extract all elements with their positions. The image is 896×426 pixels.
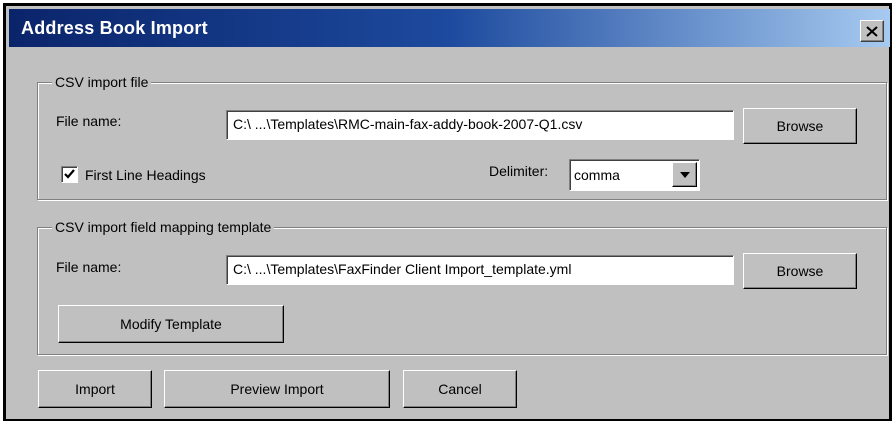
- close-button[interactable]: [860, 20, 884, 42]
- check-icon: [64, 169, 75, 179]
- delimiter-value: comma: [574, 167, 620, 183]
- import-button[interactable]: Import: [38, 370, 152, 408]
- close-icon: [866, 25, 878, 37]
- preview-import-button[interactable]: Preview Import: [164, 370, 390, 408]
- cancel-button[interactable]: Cancel: [403, 370, 517, 408]
- modify-template-button[interactable]: Modify Template: [58, 305, 284, 343]
- dialog-body: Address Book Import CSV import file File…: [6, 6, 890, 419]
- first-line-headings-label: First Line Headings: [85, 167, 206, 183]
- dialog-window: Address Book Import CSV import file File…: [3, 3, 892, 421]
- first-line-headings-checkbox[interactable]: [61, 166, 78, 183]
- title-bar[interactable]: Address Book Import: [9, 9, 890, 47]
- csv-browse-button[interactable]: Browse: [743, 108, 857, 144]
- delimiter-select[interactable]: comma: [569, 159, 700, 191]
- mapping-file-label: File name:: [56, 259, 122, 275]
- delimiter-dropdown-button[interactable]: [672, 162, 697, 187]
- delimiter-label: Delimiter:: [489, 163, 549, 179]
- csv-import-legend: CSV import file: [52, 74, 152, 90]
- chevron-down-icon: [679, 171, 690, 178]
- mapping-template-legend: CSV import field mapping template: [52, 219, 275, 235]
- mapping-browse-button[interactable]: Browse: [743, 253, 857, 289]
- mapping-file-input[interactable]: C:\ ...\Templates\FaxFinder Client Impor…: [226, 255, 734, 285]
- csv-file-input[interactable]: C:\ ...\Templates\RMC-main-fax-addy-book…: [226, 110, 734, 140]
- csv-file-label: File name:: [56, 113, 122, 129]
- window-title: Address Book Import: [21, 18, 208, 38]
